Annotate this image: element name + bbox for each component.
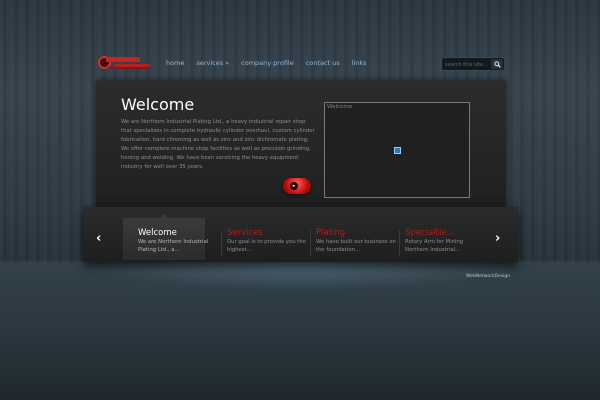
- slide-title: Welcome: [138, 228, 177, 238]
- slider-next-button[interactable]: ›: [495, 232, 500, 246]
- search-button[interactable]: [491, 59, 503, 69]
- slide-description: We are Northern Industrial Plating Ltd.,…: [138, 239, 209, 253]
- nav-links[interactable]: links: [352, 59, 367, 67]
- page-title: Welcome: [121, 95, 195, 114]
- nav-home[interactable]: home: [166, 59, 184, 67]
- nav-contact-us[interactable]: contact us: [306, 59, 340, 67]
- slider-prev-button[interactable]: ‹: [96, 232, 101, 246]
- slide-description: Our goal is to provide you the highest..…: [227, 239, 306, 253]
- slide-title: Services: [227, 228, 263, 238]
- nav-services[interactable]: services »: [196, 59, 229, 67]
- slide-description: We have built our business on the founda…: [316, 239, 396, 253]
- play-arrow-icon: ▸: [290, 182, 298, 190]
- media-label: Welcome: [327, 104, 353, 110]
- slide-description: Rotary Arm for Mining Northern Industria…: [405, 239, 464, 253]
- broken-image-icon: [394, 147, 401, 154]
- media-frame: Welcome: [324, 102, 470, 198]
- slide-tab-welcome[interactable]: Welcome We are Northern Industrial Plati…: [123, 214, 208, 260]
- main-nav: home services » company profile contact …: [166, 59, 379, 67]
- logo-underline: [108, 67, 150, 69]
- slide-tab-plating[interactable]: Plating We have built our business on th…: [301, 218, 396, 260]
- intro-text: We are Northern Industrial Plating Ltd.,…: [121, 119, 315, 171]
- site-logo[interactable]: [98, 56, 152, 72]
- slide-title: Specialtie...: [405, 228, 455, 238]
- search-input[interactable]: [445, 60, 491, 69]
- search-box: [441, 57, 505, 71]
- chevron-right-icon: ›: [495, 231, 501, 246]
- slide-title: Plating: [316, 228, 346, 238]
- logo-wordmark: [106, 57, 140, 62]
- nav-company-profile[interactable]: company profile: [241, 59, 294, 67]
- slide-tab-specialties[interactable]: Specialtie... Rotary Arm for Mining Nort…: [390, 218, 472, 260]
- search-icon: [493, 60, 501, 68]
- designer-credit[interactable]: WebNetworkDesign: [466, 274, 510, 279]
- read-more-button[interactable]: ▸: [283, 178, 311, 194]
- chevron-left-icon: ‹: [96, 231, 102, 246]
- active-indicator: [160, 214, 168, 218]
- slide-tab-services[interactable]: Services Our goal is to provide you the …: [212, 218, 306, 260]
